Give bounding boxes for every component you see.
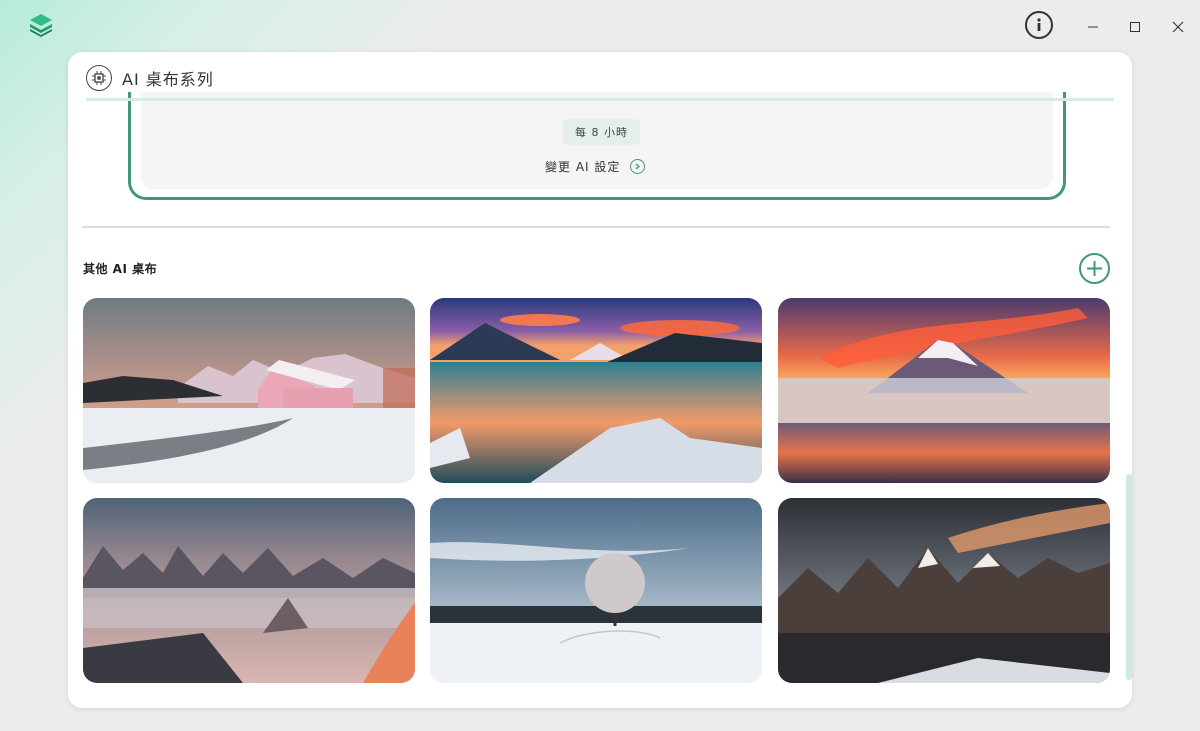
wallpaper-thumbnail-volcano-sunset[interactable]	[778, 298, 1110, 483]
wallpaper-thumbnail-jagged-peaks[interactable]	[778, 498, 1110, 683]
change-ai-settings-link[interactable]: 變更 AI 設定	[545, 158, 646, 175]
wallpaper-thumbnail-snowy-cabin[interactable]	[83, 298, 415, 483]
ai-wallpaper-panel: 每 8 小時 變更 AI 設定 AI 桌布系列 其他 AI 桌布	[68, 52, 1132, 708]
wallpaper-thumbnail-snow-tree[interactable]	[430, 498, 762, 683]
stack-layers-icon	[28, 12, 54, 38]
close-icon[interactable]	[1163, 12, 1193, 42]
section-divider	[82, 226, 1110, 228]
minimize-icon[interactable]	[1078, 12, 1108, 42]
info-icon[interactable]	[1025, 11, 1053, 39]
plus-circle-icon[interactable]	[1079, 253, 1110, 284]
header-underline	[86, 98, 1114, 101]
wallpaper-thumbnail-misty-peaks[interactable]	[83, 498, 415, 683]
current-series-card: 每 8 小時 變更 AI 設定	[128, 92, 1066, 200]
chip-icon	[86, 65, 112, 91]
change-settings-label: 變更 AI 設定	[545, 160, 621, 174]
frequency-badge: 每 8 小時	[563, 119, 640, 145]
wallpaper-thumbnail-mountain-lake[interactable]	[430, 298, 762, 483]
panel-header: AI 桌布系列	[86, 64, 214, 92]
scrollbar[interactable]	[1126, 474, 1132, 680]
chevron-right-icon	[630, 159, 646, 174]
panel-title: AI 桌布系列	[122, 70, 214, 89]
current-series-inner: 每 8 小時 變更 AI 設定	[141, 92, 1053, 189]
maximize-icon[interactable]	[1120, 12, 1150, 42]
other-series-title: 其他 AI 桌布	[83, 262, 158, 276]
